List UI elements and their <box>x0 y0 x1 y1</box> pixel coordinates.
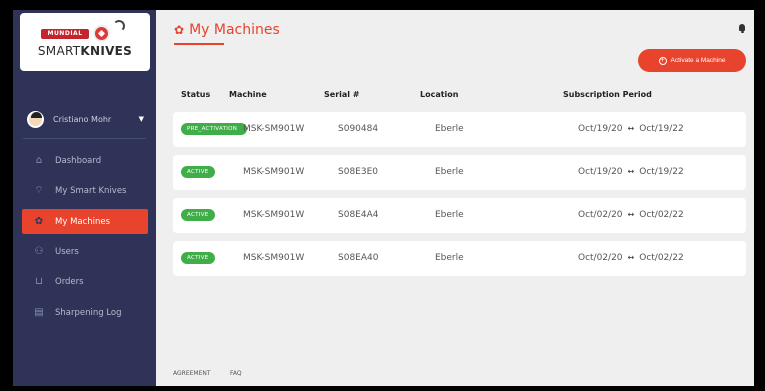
period-cell: Oct/02/20 ↔ Oct/02/22 <box>578 210 684 220</box>
activate-machine-button[interactable]: + Activate a Machine <box>638 49 746 72</box>
user-menu[interactable]: Cristiano Mohr ▼ <box>13 106 156 132</box>
status-badge: ACTIVE <box>181 166 215 178</box>
title-underline <box>174 43 224 45</box>
header-location: Location <box>420 90 459 99</box>
logo-mundial-label: MUNDIAL <box>41 29 89 39</box>
arrow-right-icon: ↔ <box>627 124 635 133</box>
bell-icon[interactable] <box>739 24 745 33</box>
main-content: ✿ My Machines + Activate a Machine Statu… <box>156 10 754 386</box>
location-cell: Eberle <box>435 253 464 263</box>
caret-down-icon: ▼ <box>138 115 144 123</box>
sidebar-item-label: Dashboard <box>55 155 102 166</box>
arrow-right-icon: ↔ <box>627 167 635 176</box>
sidebar-divider <box>23 138 146 139</box>
period-start: Oct/02/20 <box>578 253 623 263</box>
serial-cell: S08EA40 <box>338 253 379 263</box>
sidebar-item-orders[interactable]: ⊔ Orders <box>22 269 148 294</box>
brand-logo[interactable]: MUNDIAL SMARTKNIVES <box>20 13 150 71</box>
sidebar-item-label: My Machines <box>55 216 111 227</box>
table-row[interactable]: PRE_ACTIVATION MSK-SM901W S090484 Eberle… <box>173 112 746 147</box>
logo-wordmark: SMARTKNIVES <box>37 44 133 58</box>
sidebar-item-my-smart-knives[interactable]: ⌔ My Smart Knives <box>22 178 148 203</box>
period-start: Oct/19/20 <box>578 124 623 134</box>
header-status: Status <box>181 90 211 99</box>
status-badge: PRE_ACTIVATION <box>181 123 247 135</box>
users-icon: ⚇ <box>34 245 44 257</box>
sidebar-item-label: Sharpening Log <box>55 307 122 318</box>
period-end: Oct/02/22 <box>639 210 684 220</box>
cart-icon: ⊔ <box>35 275 43 287</box>
gear-icon: ✿ <box>174 23 185 37</box>
location-cell: Eberle <box>435 210 464 220</box>
dashboard-icon: ⌂ <box>35 154 43 166</box>
period-end: Oct/19/22 <box>639 167 684 177</box>
page-title: ✿ My Machines <box>174 22 280 38</box>
status-badge: ACTIVE <box>181 252 215 264</box>
gear-icon: ✿ <box>34 215 44 227</box>
period-cell: Oct/19/20 ↔ Oct/19/22 <box>578 167 684 177</box>
faq-link[interactable]: FAQ <box>230 370 242 377</box>
serial-cell: S08E4A4 <box>338 210 379 220</box>
sidebar-item-my-machines[interactable]: ✿ My Machines <box>22 209 148 234</box>
period-end: Oct/19/22 <box>639 124 684 134</box>
table-row[interactable]: ACTIVE MSK-SM901W S08EA40 Eberle Oct/02/… <box>173 241 746 276</box>
agreement-link[interactable]: AGREEMENT <box>173 370 211 377</box>
log-icon: ▤ <box>34 306 44 318</box>
arrow-right-icon: ↔ <box>627 210 635 219</box>
period-cell: Oct/19/20 ↔ Oct/19/22 <box>578 124 684 134</box>
period-start: Oct/19/20 <box>578 167 623 177</box>
period-end: Oct/02/22 <box>639 253 684 263</box>
location-cell: Eberle <box>435 124 464 134</box>
sidebar-item-label: My Smart Knives <box>55 185 127 196</box>
arrow-right-icon: ↔ <box>627 253 635 262</box>
machine-cell: MSK-SM901W <box>243 253 305 263</box>
status-badge: ACTIVE <box>181 209 215 221</box>
activate-machine-label: Activate a Machine <box>670 57 726 64</box>
sidebar-item-dashboard[interactable]: ⌂ Dashboard <box>22 148 148 173</box>
plus-circle-icon: + <box>658 56 667 65</box>
avatar-icon <box>27 110 44 128</box>
wifi-icon <box>113 20 125 32</box>
logo-badge-icon <box>93 25 110 42</box>
serial-cell: S08E3E0 <box>338 167 378 177</box>
machine-cell: MSK-SM901W <box>243 124 305 134</box>
period-cell: Oct/02/20 ↔ Oct/02/22 <box>578 253 684 263</box>
header-subscription-period: Subscription Period <box>563 90 652 99</box>
machine-cell: MSK-SM901W <box>243 167 305 177</box>
period-start: Oct/02/20 <box>578 210 623 220</box>
page-title-text: My Machines <box>189 22 280 38</box>
app-window: MUNDIAL SMARTKNIVES Cristiano Mohr ▼ ⌂ D… <box>13 10 754 386</box>
location-cell: Eberle <box>435 167 464 177</box>
serial-cell: S090484 <box>338 124 379 134</box>
user-name: Cristiano Mohr <box>53 114 112 124</box>
sidebar-item-label: Users <box>55 246 79 257</box>
table-row[interactable]: ACTIVE MSK-SM901W S08E4A4 Eberle Oct/02/… <box>173 198 746 233</box>
sidebar-item-sharpening-log[interactable]: ▤ Sharpening Log <box>22 300 148 325</box>
sidebar: MUNDIAL SMARTKNIVES Cristiano Mohr ▼ ⌂ D… <box>13 10 156 386</box>
sidebar-item-label: Orders <box>55 276 84 287</box>
header-machine: Machine <box>229 90 267 99</box>
knife-icon: ⌔ <box>34 184 44 196</box>
machine-cell: MSK-SM901W <box>243 210 305 220</box>
sidebar-item-users[interactable]: ⚇ Users <box>22 239 148 264</box>
table-row[interactable]: ACTIVE MSK-SM901W S08E3E0 Eberle Oct/19/… <box>173 155 746 190</box>
header-serial: Serial # <box>324 90 360 99</box>
